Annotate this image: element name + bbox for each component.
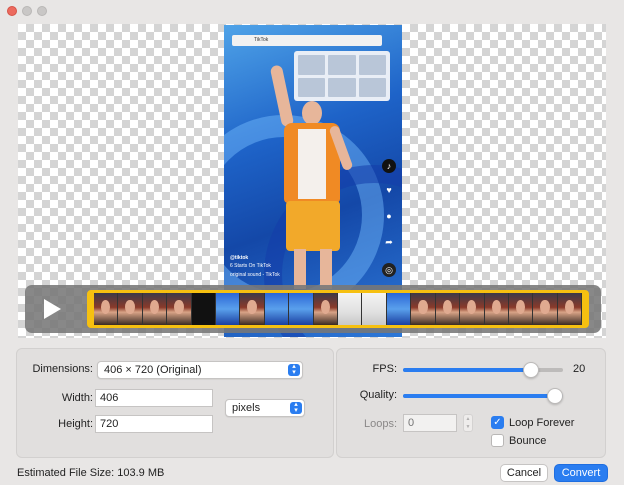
timeline-frame xyxy=(362,293,387,325)
tiktok-sound: original sound - TikTok xyxy=(230,272,280,278)
timeline-frame xyxy=(313,293,339,325)
share-icon: ➦ xyxy=(385,237,393,247)
fps-label: FPS: xyxy=(372,363,397,375)
frame-face xyxy=(149,300,160,315)
play-icon xyxy=(44,299,61,319)
dimensions-label: Dimensions: xyxy=(32,363,93,375)
frame-face xyxy=(320,300,331,315)
timeline-frame xyxy=(411,293,436,325)
maximize-window-button[interactable] xyxy=(37,6,47,16)
frame-face xyxy=(442,300,453,315)
loop-forever-checkbox[interactable]: ✓ xyxy=(491,416,504,429)
quality-slider-fill xyxy=(403,394,563,398)
tiktok-caption: 6 Starts On TikTok xyxy=(230,263,271,269)
music-disc-icon: ◎ xyxy=(382,263,396,277)
timeline-frame xyxy=(557,293,582,325)
height-label: Height: xyxy=(58,418,93,430)
frame-face xyxy=(515,300,526,315)
timeline-scrubber xyxy=(25,285,601,333)
timeline-frame xyxy=(289,293,314,325)
frame-face xyxy=(174,300,184,315)
output-settings-panel: FPS: 20 Quality: Loops: ▲▼ ✓ Loop Foreve… xyxy=(336,348,606,458)
convert-button[interactable]: Convert xyxy=(554,464,608,482)
unit-select[interactable]: pixels ▴ ▾ xyxy=(225,399,305,417)
timeline-frame xyxy=(484,293,509,325)
dimensions-select[interactable]: 406 × 720 (Original) ▴ ▾ xyxy=(97,361,303,379)
person-figure xyxy=(294,249,306,289)
app-window: TikTok ♪ ♥ ● ➦ ◎ @tiktok 6 Starts On Tik… xyxy=(0,0,624,485)
frame-face xyxy=(467,300,477,315)
chevron-updown-icon: ▴ ▾ xyxy=(288,363,300,376)
minimize-window-button[interactable] xyxy=(22,6,32,16)
close-window-button[interactable] xyxy=(7,6,17,16)
timeline-frame xyxy=(118,293,143,325)
timeline-frame xyxy=(216,293,241,325)
unit-value: pixels xyxy=(232,402,261,414)
size-settings-panel: Dimensions: 406 × 720 (Original) ▴ ▾ Widt… xyxy=(16,348,334,458)
timeline-frame xyxy=(508,293,534,325)
bounce-label: Bounce xyxy=(509,435,547,447)
frame-face xyxy=(125,300,135,315)
fps-slider[interactable] xyxy=(403,362,563,378)
fps-slider-knob[interactable] xyxy=(523,362,539,378)
timeline-frame xyxy=(338,293,363,325)
video-window-title: TikTok xyxy=(232,35,382,46)
quality-slider-knob[interactable] xyxy=(547,388,563,404)
trim-range[interactable] xyxy=(87,290,589,328)
heart-icon: ♥ xyxy=(386,185,392,195)
frame-face xyxy=(247,300,257,315)
trim-end-handle[interactable] xyxy=(585,307,587,315)
tiktok-logo-icon: ♪ xyxy=(382,159,396,173)
person-figure xyxy=(286,201,340,251)
frame-face xyxy=(418,300,428,315)
dimensions-value: 406 × 720 (Original) xyxy=(104,364,202,376)
timeline-frame xyxy=(191,293,217,325)
timeline-frame xyxy=(435,293,461,325)
frame-face xyxy=(564,300,575,315)
trim-start-handle[interactable] xyxy=(89,307,91,315)
frame-face xyxy=(491,300,501,315)
person-figure xyxy=(320,249,332,289)
timeline-frame xyxy=(94,293,119,325)
quality-label: Quality: xyxy=(359,389,397,401)
loop-forever-label: Loop Forever xyxy=(509,417,575,429)
person-figure xyxy=(302,101,322,125)
bounce-checkbox[interactable] xyxy=(491,434,504,447)
loops-input[interactable] xyxy=(403,414,457,432)
width-label: Width: xyxy=(61,392,93,404)
timeline-frame xyxy=(386,293,412,325)
person-figure xyxy=(298,129,326,199)
tiktok-handle: @tiktok xyxy=(230,255,249,261)
height-input[interactable] xyxy=(95,415,213,433)
play-button[interactable] xyxy=(35,295,69,323)
timeline-frame xyxy=(460,293,485,325)
quality-slider[interactable] xyxy=(403,388,563,404)
timeline-frame xyxy=(533,293,558,325)
fps-value: 20 xyxy=(573,363,586,375)
comment-icon: ● xyxy=(386,211,392,221)
estimated-file-size: Estimated File Size: 103.9 MB xyxy=(17,467,165,479)
cancel-button[interactable]: Cancel xyxy=(500,464,548,482)
fps-slider-fill xyxy=(403,368,531,372)
width-input[interactable] xyxy=(95,389,213,407)
timeline-frame xyxy=(167,293,192,325)
timeline-frame xyxy=(240,293,265,325)
timeline-frame xyxy=(142,293,168,325)
frame-face xyxy=(101,300,111,315)
chevron-updown-icon: ▴ ▾ xyxy=(290,401,302,414)
loops-label: Loops: xyxy=(363,418,397,430)
loops-stepper[interactable]: ▲ ▼ xyxy=(463,414,473,432)
frame-face xyxy=(540,300,550,315)
timeline-frame xyxy=(264,293,290,325)
snap-layout-grid xyxy=(294,51,390,101)
